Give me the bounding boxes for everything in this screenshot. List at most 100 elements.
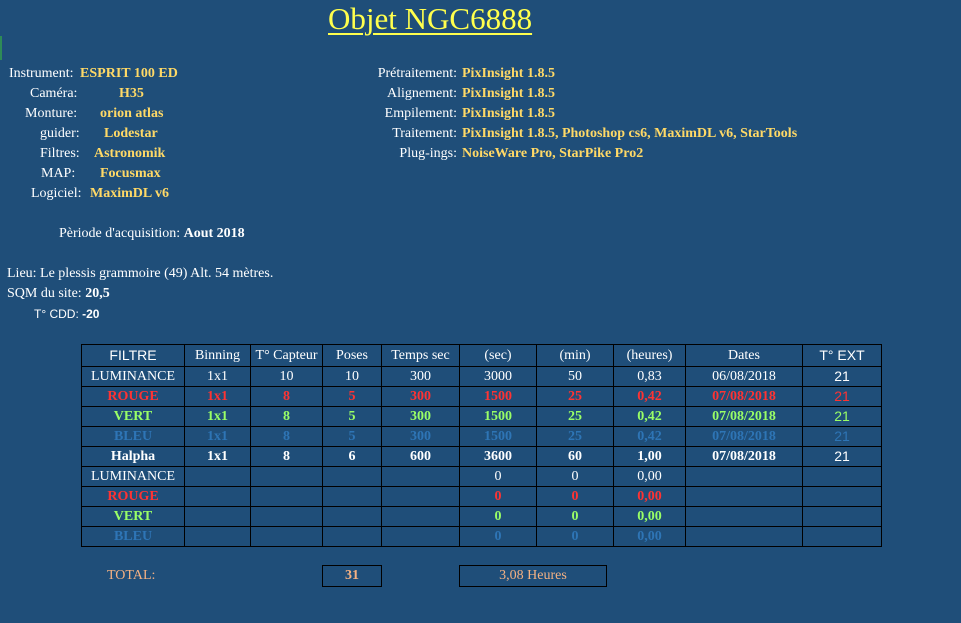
table-cell: 8 <box>250 406 323 427</box>
header-cell: FILTRE <box>81 344 185 367</box>
table-row: LUMINANCE 0 0 0,00 <box>81 466 882 487</box>
table-cell: 0 <box>459 526 537 547</box>
equipment-value: ESPRIT 100 ED <box>80 66 178 81</box>
processing-label: Empilement: <box>384 106 457 121</box>
header-cell: (heures) <box>613 344 686 367</box>
table-cell: 0 <box>459 486 537 507</box>
table-cell: 0 <box>536 486 614 507</box>
table-cell <box>802 526 882 547</box>
table-cell: 300 <box>381 366 460 387</box>
sqm-value: 20,5 <box>85 286 110 301</box>
table-cell: 8 <box>250 446 323 467</box>
processing-value: PixInsight 1.8.5 <box>462 106 555 121</box>
table-cell: 0,83 <box>613 366 686 387</box>
table-cell <box>322 466 382 487</box>
equipment-value: Lodestar <box>104 126 158 141</box>
table-cell <box>184 526 251 547</box>
acquisition-period: Pèriode d'acquisition: Aout 2018 <box>59 224 245 244</box>
table-cell: 6 <box>322 446 382 467</box>
processing-label: Plug-ings: <box>399 146 457 161</box>
table-cell: VERT <box>81 506 185 527</box>
table-cell: 1500 <box>459 426 537 447</box>
equipment-value: MaximDL v6 <box>90 186 169 201</box>
table-cell: 60 <box>536 446 614 467</box>
table-cell <box>685 486 803 507</box>
table-cell: 0 <box>536 466 614 487</box>
table-cell: Halpha <box>81 446 185 467</box>
table-cell <box>685 506 803 527</box>
table-cell: 21 <box>802 406 882 427</box>
table-cell: 1x1 <box>184 446 251 467</box>
equipment-label: MAP: <box>41 166 76 181</box>
table-cell: 0 <box>459 466 537 487</box>
table-cell: 25 <box>536 426 614 447</box>
table-cell: 0 <box>536 506 614 527</box>
table-cell: 1500 <box>459 386 537 407</box>
table-cell: 21 <box>802 426 882 447</box>
table-cell: 07/08/2018 <box>685 406 803 427</box>
header-cell: Poses <box>322 344 382 367</box>
table-row: VERT 1x1 8 5 300 1500 25 0,42 07/08/2018… <box>81 406 882 427</box>
header-cell: (sec) <box>459 344 537 367</box>
header-cell: (min) <box>536 344 614 367</box>
equipment-label: guider: <box>40 126 80 141</box>
table-cell: LUMINANCE <box>81 466 185 487</box>
table-cell <box>802 506 882 527</box>
processing-value: NoiseWare Pro, StarPike Pro2 <box>462 146 644 161</box>
equipment-instrument: Instrument: ESPRIT 100 ED <box>9 64 178 84</box>
table-row: BLEU 0 0 0,00 <box>81 526 882 547</box>
equipment-value: H35 <box>119 86 144 101</box>
table-cell <box>381 526 460 547</box>
table-row: VERT 0 0 0,00 <box>81 506 882 527</box>
table-cell: 0 <box>459 506 537 527</box>
table-row: LUMINANCE 1x1 10 10 300 3000 50 0,83 06/… <box>81 366 882 387</box>
total-hours: 3,08 Heures <box>459 565 607 587</box>
table-cell: 0,42 <box>613 406 686 427</box>
table-cell: 06/08/2018 <box>685 366 803 387</box>
table-cell: 300 <box>381 426 460 447</box>
sqm-label: SQM du site: <box>7 286 82 301</box>
table-cell <box>802 466 882 487</box>
table-header-row: FILTRE Binning T° Capteur Poses Temps se… <box>81 344 882 367</box>
table-cell: 3000 <box>459 366 537 387</box>
equipment-map: MAP: Focusmax <box>41 164 161 184</box>
table-cell <box>322 526 382 547</box>
equipment-value: orion atlas <box>100 106 164 121</box>
equipment-mount: Monture: orion atlas <box>25 104 163 124</box>
equipment-value: Astronomik <box>94 146 166 161</box>
table-cell <box>184 466 251 487</box>
equipment-software: Logiciel: MaximDL v6 <box>31 184 169 204</box>
total-label: TOTAL: <box>107 568 156 583</box>
table-cell: 1x1 <box>184 406 251 427</box>
table-cell: 300 <box>381 406 460 427</box>
table-cell <box>184 486 251 507</box>
table-cell <box>381 486 460 507</box>
table-cell: BLEU <box>81 526 185 547</box>
acquisition-table: FILTRE Binning T° Capteur Poses Temps se… <box>81 344 882 547</box>
processing-label: Prétraitement: <box>377 66 457 81</box>
table-cell: 1x1 <box>184 386 251 407</box>
page-title: Objet NGC6888 <box>328 1 533 36</box>
equipment-filters: Filtres: Astronomik <box>40 144 165 164</box>
table-cell: 1x1 <box>184 426 251 447</box>
left-edge-marker <box>0 36 2 60</box>
table-cell <box>322 506 382 527</box>
table-cell: 0,42 <box>613 426 686 447</box>
table-cell: 1,00 <box>613 446 686 467</box>
acquisition-value: Aout 2018 <box>183 226 245 241</box>
cdd-label: T° CDD: <box>34 307 79 321</box>
processing-value: PixInsight 1.8.5 <box>462 86 555 101</box>
table-cell: 21 <box>802 386 882 407</box>
table-cell: 25 <box>536 386 614 407</box>
table-cell: 07/08/2018 <box>685 386 803 407</box>
table-cell <box>250 526 323 547</box>
table-cell: VERT <box>81 406 185 427</box>
table-cell: 0,42 <box>613 386 686 407</box>
table-cell: 07/08/2018 <box>685 426 803 447</box>
table-cell <box>381 466 460 487</box>
site-location: Lieu: Le plessis grammoire (49) Alt. 54 … <box>7 266 274 281</box>
site-cdd: T° CDD: -20 <box>34 304 99 324</box>
table-cell: 21 <box>802 366 882 387</box>
processing-value: PixInsight 1.8.5 <box>462 66 555 81</box>
table-cell <box>685 526 803 547</box>
